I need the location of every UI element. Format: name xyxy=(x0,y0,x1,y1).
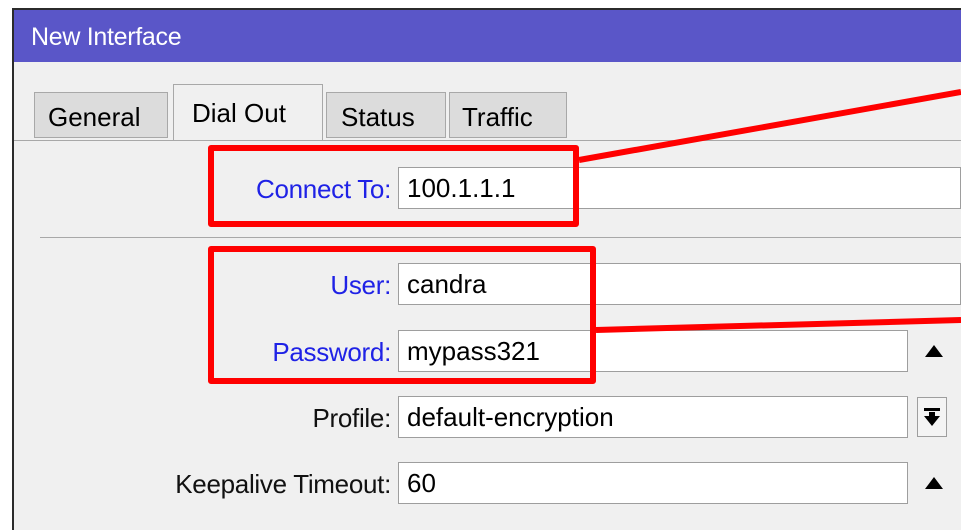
tab-traffic-label: Traffic xyxy=(462,102,533,132)
tab-general[interactable]: General xyxy=(34,92,168,138)
keepalive-timeout-input[interactable]: 60 xyxy=(398,462,908,504)
triangle-up-icon xyxy=(925,345,943,357)
section-separator xyxy=(40,237,961,238)
tab-dial-out-label: Dial Out xyxy=(192,98,286,128)
tab-status[interactable]: Status xyxy=(326,92,446,138)
profile-label: Profile: xyxy=(312,403,391,433)
dropdown-arrow-icon xyxy=(924,408,940,426)
connect-to-highlight xyxy=(208,145,579,227)
triangle-up-icon xyxy=(925,477,943,489)
profile-select[interactable]: default-encryption xyxy=(398,396,908,438)
password-collapse-button[interactable] xyxy=(920,333,948,369)
keepalive-timeout-label: Keepalive Timeout: xyxy=(175,469,391,499)
tab-dial-out[interactable]: Dial Out xyxy=(173,84,323,140)
keepalive-collapse-button[interactable] xyxy=(920,465,948,501)
window-titlebar: New Interface xyxy=(14,10,961,62)
window-title: New Interface xyxy=(31,23,182,51)
credentials-highlight xyxy=(208,246,596,384)
tab-traffic[interactable]: Traffic xyxy=(449,92,567,138)
tab-strip-divider xyxy=(14,140,961,141)
profile-dropdown-button[interactable] xyxy=(917,397,947,437)
tab-status-label: Status xyxy=(341,102,415,132)
tab-general-label: General xyxy=(48,102,141,132)
